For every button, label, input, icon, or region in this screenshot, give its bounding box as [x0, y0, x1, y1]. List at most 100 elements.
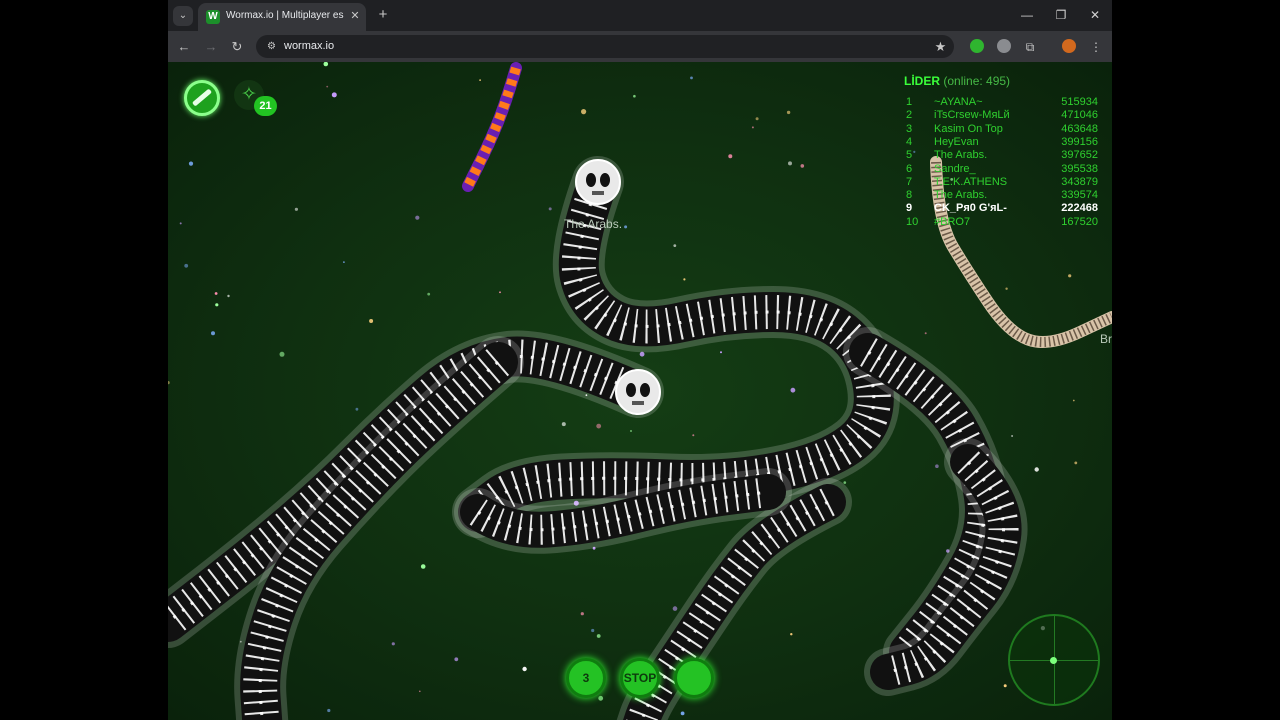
leaderboard-score: 397652: [1061, 149, 1098, 162]
ability-button[interactable]: [674, 658, 714, 698]
bookmark-star-icon[interactable]: ★: [932, 38, 949, 55]
dna-count-badge: 21: [254, 96, 277, 116]
new-tab-button[interactable]: +: [374, 6, 392, 24]
leaderboard-name: The Arabs.: [934, 149, 988, 162]
leaderboard-name: CK_Pя0 G'яL-: [934, 202, 1007, 215]
food-particle: [1068, 274, 1072, 278]
leaderboard-row: 7 T.E.K.ATHENS 343879: [904, 176, 1104, 189]
food-particle: [680, 711, 685, 716]
leaderboard-score: 471046: [1061, 109, 1098, 122]
food-particle: [227, 294, 230, 298]
leaderboard-rank: 2: [906, 109, 913, 122]
food-particle: [751, 126, 754, 129]
food-particle: [211, 331, 215, 336]
food-particle: [843, 481, 847, 484]
minimize-button[interactable]: —: [1016, 5, 1038, 25]
leaderboard-name: iTsCrsew-MяLй: [934, 109, 1010, 122]
food-particle: [548, 207, 552, 211]
skull-eye: [640, 383, 650, 397]
green-extension-icon[interactable]: [970, 39, 984, 53]
skull-head-icon: [615, 369, 661, 415]
forward-button[interactable]: →: [201, 37, 221, 57]
skull-eye: [600, 173, 610, 187]
skull-head-icon: [575, 159, 621, 205]
wormax-favicon-icon: W: [206, 10, 220, 24]
leaderboard-row: 3 Kasim On Top 463648: [904, 123, 1104, 136]
food-particle: [1003, 684, 1007, 688]
leaderboard-name: Sandre_: [934, 162, 976, 175]
back-button[interactable]: ←: [174, 37, 194, 57]
food-particle: [415, 215, 420, 220]
leaderboard-name: #BRO7: [934, 215, 971, 228]
maximize-button[interactable]: ❐: [1050, 5, 1072, 25]
address-bar[interactable]: ⚙ wormax.io ★: [256, 35, 954, 58]
food-particle: [935, 464, 939, 469]
food-particle: [1034, 467, 1039, 472]
food-particle: [630, 430, 632, 432]
food-particle: [1072, 399, 1075, 402]
food-particle: [184, 263, 189, 268]
speed-toggle-button[interactable]: [184, 80, 220, 116]
profile-avatar-icon[interactable]: [1062, 39, 1076, 53]
leaderboard-row: 9 CK_Pя0 G'яL- 222468: [904, 202, 1104, 215]
leaderboard-rank: 1: [906, 96, 913, 108]
leaderboard-row: 6 Sandre_ 395538: [904, 163, 1104, 176]
site-settings-icon[interactable]: ⚙: [264, 39, 279, 54]
food-particle: [692, 434, 695, 437]
grey-extension-icon[interactable]: [997, 39, 1011, 53]
boost-button[interactable]: 3: [566, 658, 606, 698]
leaderboard-rank: 3: [906, 122, 913, 135]
online-count: (online: 495): [943, 74, 1011, 88]
leaderboard-rank: 9: [906, 202, 913, 215]
leaderboard-name: The Arabs.: [934, 189, 988, 202]
leaderboard-name: T.E.K.ATHENS: [934, 175, 1008, 188]
browser-toolbar: ← → ↻ ⚙ wormax.io ★ ⧉ ⋮: [168, 31, 1112, 62]
leaderboard-row: 5 The Arabs. 397652: [904, 149, 1104, 162]
food-particle: [786, 110, 791, 115]
food-particle: [591, 628, 595, 633]
food-particle: [598, 695, 604, 701]
tab-wormax[interactable]: W Wormax.io | Multiplayer esaslı b ✕: [198, 3, 366, 31]
leaderboard-score: 343879: [1061, 175, 1098, 188]
close-window-button[interactable]: ✕: [1084, 5, 1106, 25]
skull-teeth: [632, 401, 644, 405]
food-particle: [561, 422, 566, 427]
food-particle: [454, 657, 459, 662]
food-particle: [355, 407, 359, 411]
video-frame: ⌄ W Wormax.io | Multiplayer esaslı b ✕ +…: [0, 0, 1280, 720]
leaderboard-score: 339574: [1061, 189, 1098, 202]
leaderboard-row: 4 HeyEvan 399156: [904, 136, 1104, 149]
extensions-icon[interactable]: ⧉: [1020, 37, 1040, 57]
food-particle: [419, 690, 421, 693]
food-particle: [331, 92, 337, 98]
url-text: wormax.io: [284, 40, 335, 52]
food-particle: [639, 351, 645, 357]
tab-search-button[interactable]: ⌄: [173, 6, 193, 26]
game-canvas[interactable]: ✧ 21 LİDER (online: 495) 1 ~AYANA~ 515934 2…: [168, 62, 1112, 720]
reload-button[interactable]: ↻: [227, 37, 247, 57]
food-particle: [624, 225, 628, 229]
offscreen-worm-name-tag: Br: [1100, 332, 1112, 346]
food-particle: [673, 244, 677, 248]
food-particle: [168, 381, 170, 385]
stop-button[interactable]: STOP: [620, 658, 660, 698]
leaderboard-rank: 4: [906, 135, 913, 148]
food-particle: [580, 612, 584, 616]
leaderboard-row: 2 iTsCrsew-MяLй 471046: [904, 109, 1104, 122]
tab-close-icon[interactable]: ✕: [348, 9, 362, 23]
leaderboard-header: LİDER (online: 495): [904, 74, 1010, 88]
food-particle: [215, 303, 219, 307]
leaderboard-score: 515934: [1061, 96, 1098, 108]
food-particle: [179, 222, 182, 225]
food-particle: [790, 633, 793, 636]
leaderboard-name: HeyEvan: [934, 135, 979, 148]
leaderboard-score: 395538: [1061, 162, 1098, 175]
food-particle: [343, 261, 345, 263]
browser-menu-icon[interactable]: ⋮: [1086, 37, 1106, 57]
leaderboard-row: 10 #BRO7 167520: [904, 216, 1104, 229]
food-particle: [188, 161, 194, 166]
food-particle: [427, 292, 431, 296]
food-particle: [391, 642, 395, 646]
food-particle: [499, 291, 501, 294]
leaderboard: LİDER (online: 495) 1 ~AYANA~ 515934 2 iTsCr…: [904, 72, 1104, 237]
